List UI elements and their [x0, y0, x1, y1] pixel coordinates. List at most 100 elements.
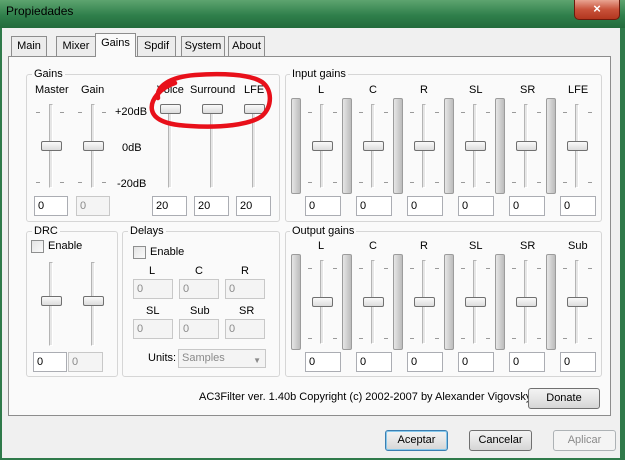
output-gain-slider-tick [308, 338, 312, 339]
tab-system[interactable]: System [181, 36, 225, 56]
surround-value-field[interactable]: 20 [194, 196, 229, 216]
output-gain-slider-tick [486, 338, 490, 339]
drc-level-value-field: 0 [68, 352, 103, 372]
output-gain-slider-tick [486, 268, 490, 269]
input-gain-value-lfe[interactable]: 0 [560, 196, 596, 216]
master-value-field[interactable]: 0 [34, 196, 68, 216]
lfe-slider-thumb[interactable] [244, 104, 265, 114]
output-gain-label-l: L [318, 240, 325, 252]
input-gain-slider-thumb-r[interactable] [414, 141, 435, 151]
drc-value-field[interactable]: 0 [33, 352, 67, 372]
output-gain-value-r[interactable]: 0 [407, 352, 443, 372]
output-gain-slider-thumb-c[interactable] [363, 297, 384, 307]
output-gain-value-c[interactable]: 0 [356, 352, 392, 372]
drc-enable-checkbox[interactable] [31, 240, 44, 253]
input-gain-label-r: R [420, 84, 428, 96]
output-gain-slider-tick [384, 338, 388, 339]
input-gain-slider-thumb-sl[interactable] [465, 141, 486, 151]
voice-value-field[interactable]: 20 [152, 196, 187, 216]
output-gain-slider-tick [333, 268, 337, 269]
input-gain-slider-tick [461, 112, 465, 113]
accept-button[interactable]: Aceptar [385, 430, 448, 451]
input-gain-value-r[interactable]: 0 [407, 196, 443, 216]
output-gain-slider-tick [563, 338, 567, 339]
input-gain-level-meter-l [291, 98, 301, 194]
tab-mixer[interactable]: Mixer [56, 36, 96, 56]
input-gain-slider-tick [588, 112, 592, 113]
master-slider-thumb[interactable] [41, 141, 62, 151]
output-gain-slider-tick [461, 268, 465, 269]
output-gain-slider-tick [512, 338, 516, 339]
lfe-slider-track[interactable] [252, 104, 256, 188]
units-label: Units: [148, 352, 177, 364]
input-gain-slider-tick [486, 112, 490, 113]
input-gain-label-sl: SL [469, 84, 483, 96]
input-gain-label-l: L [318, 84, 325, 96]
input-gain-label-sr: SR [520, 84, 536, 96]
input-gain-value-l[interactable]: 0 [305, 196, 341, 216]
close-button[interactable]: × [574, 0, 620, 20]
delay-value-c: 0 [179, 279, 219, 299]
gain-tick [78, 112, 82, 113]
voice-slider-track[interactable] [168, 104, 172, 188]
output-gain-value-l[interactable]: 0 [305, 352, 341, 372]
output-gain-slider-tick [359, 338, 363, 339]
input-gain-slider-tick [384, 112, 388, 113]
tab-about[interactable]: About [228, 36, 265, 56]
output-gain-label-c: C [369, 240, 377, 252]
output-gain-value-sub[interactable]: 0 [560, 352, 596, 372]
scale-mid-label: 0dB [122, 142, 142, 154]
units-select: Samples ▼ [178, 349, 266, 368]
gain-slider-thumb[interactable] [83, 141, 104, 151]
master-tick [36, 112, 40, 113]
input-gain-value-sl[interactable]: 0 [458, 196, 494, 216]
tab-main[interactable]: Main [11, 36, 47, 56]
delay-value-sl: 0 [133, 319, 173, 339]
copyright-text: AC3Filter ver. 1.40b Copyright (c) 2002-… [199, 391, 532, 403]
master-tick [36, 182, 40, 183]
delay-value-sub: 0 [179, 319, 219, 339]
input-gain-slider-thumb-l[interactable] [312, 141, 333, 151]
delay-label-sr: SR [239, 305, 255, 317]
output-gain-slider-thumb-sr[interactable] [516, 297, 537, 307]
output-gain-slider-tick [512, 268, 516, 269]
units-select-value: Samples [182, 352, 225, 364]
input-gain-level-meter-c [342, 98, 352, 194]
delay-value-r: 0 [225, 279, 265, 299]
output-gain-slider-thumb-sub[interactable] [567, 297, 588, 307]
input-gain-value-sr[interactable]: 0 [509, 196, 545, 216]
voice-slider-thumb[interactable] [160, 104, 181, 114]
scale-bottom-label: -20dB [117, 178, 147, 190]
tab-gains[interactable]: Gains [95, 33, 136, 57]
input-gain-slider-thumb-lfe[interactable] [567, 141, 588, 151]
output-gain-slider-thumb-sl[interactable] [465, 297, 486, 307]
input-gain-slider-tick [486, 182, 490, 183]
input-gain-level-meter-r [393, 98, 403, 194]
delay-label-c: C [195, 265, 203, 277]
input-gain-slider-tick [359, 112, 363, 113]
output-gain-value-sr[interactable]: 0 [509, 352, 545, 372]
drc-slider-thumb[interactable] [41, 296, 62, 306]
output-gain-level-meter-sr [495, 254, 505, 350]
output-gain-label-sl: SL [469, 240, 483, 252]
surround-slider-track[interactable] [210, 104, 214, 188]
input-gain-slider-tick [384, 182, 388, 183]
input-gain-value-c[interactable]: 0 [356, 196, 392, 216]
output-gain-label-r: R [420, 240, 428, 252]
input-gain-slider-thumb-sr[interactable] [516, 141, 537, 151]
gain-label: Gain [81, 84, 105, 96]
donate-button[interactable]: Donate [528, 388, 600, 409]
input-gain-level-meter-lfe [546, 98, 556, 194]
output-gain-label-sr: SR [520, 240, 536, 252]
output-gain-value-sl[interactable]: 0 [458, 352, 494, 372]
cancel-button[interactable]: Cancelar [469, 430, 532, 451]
output-gain-slider-thumb-r[interactable] [414, 297, 435, 307]
input-gain-slider-tick [435, 112, 439, 113]
output-gain-slider-thumb-l[interactable] [312, 297, 333, 307]
tab-spdif[interactable]: Spdif [137, 36, 176, 56]
input-gain-slider-thumb-c[interactable] [363, 141, 384, 151]
lfe-value-field[interactable]: 20 [236, 196, 271, 216]
surround-slider-thumb[interactable] [202, 104, 223, 114]
drc-level-slider-thumb[interactable] [83, 296, 104, 306]
delays-enable-checkbox[interactable] [133, 246, 146, 259]
